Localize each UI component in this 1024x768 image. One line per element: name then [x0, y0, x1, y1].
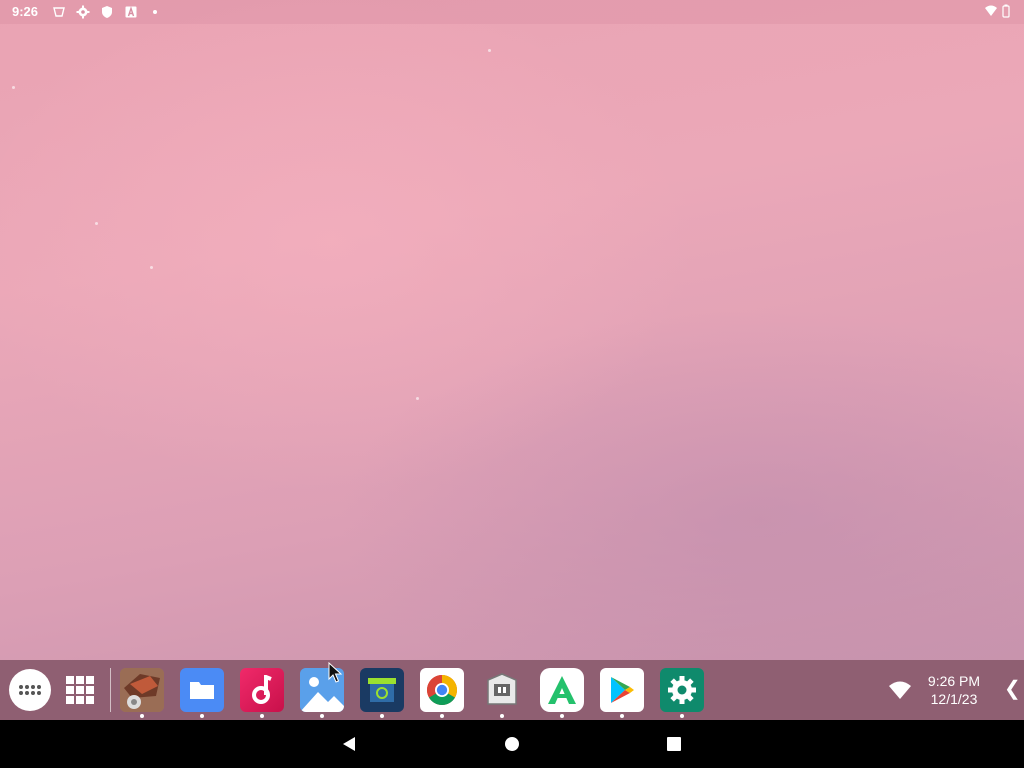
- wifi-icon: [984, 4, 998, 18]
- apkpure-icon: [548, 676, 576, 704]
- wifi-tray-button[interactable]: [888, 668, 912, 712]
- running-indicator: [620, 714, 624, 718]
- home-circle-icon: [505, 737, 519, 751]
- status-time: 9:26: [12, 4, 39, 19]
- taskbar: 9:26 PM 12/1/23 ❮: [0, 660, 1024, 720]
- cursor-arrow-icon: [328, 661, 343, 683]
- battery-icon: [1002, 4, 1010, 18]
- sparkle: [150, 266, 153, 269]
- taskbar-app-apkpure[interactable]: [540, 668, 584, 712]
- back-button[interactable]: [337, 732, 361, 756]
- keyboard-a-icon: [124, 5, 138, 19]
- running-indicator: [260, 714, 264, 718]
- sparkle: [416, 397, 419, 400]
- clock-date: 12/1/23: [930, 691, 978, 707]
- running-indicator: [680, 714, 684, 718]
- store-icon: [487, 673, 517, 705]
- taskbar-divider: [110, 668, 111, 712]
- home-button[interactable]: [500, 732, 524, 756]
- taskbar-app-store[interactable]: [480, 668, 524, 712]
- running-indicator: [440, 714, 444, 718]
- running-indicator: [500, 714, 504, 718]
- wifi-icon: [889, 681, 911, 699]
- music-note-icon: [252, 675, 272, 704]
- status-bar[interactable]: 9:26: [0, 0, 1024, 24]
- grid-icon: [66, 676, 94, 704]
- dot-icon: [148, 5, 162, 19]
- camera-icon: [368, 678, 396, 702]
- desktop-wallpaper: [0, 0, 1024, 660]
- taskbar-app-files[interactable]: [180, 668, 224, 712]
- chrome-icon: [426, 675, 458, 706]
- sparkle: [95, 222, 98, 225]
- running-indicator: [200, 714, 204, 718]
- gear-artwork-icon: [120, 668, 164, 712]
- taskbar-app-settings[interactable]: [660, 668, 704, 712]
- gear-icon: [668, 676, 696, 704]
- taskbar-clock[interactable]: 9:26 PM 12/1/23: [922, 672, 986, 708]
- recents-button[interactable]: [662, 732, 686, 756]
- taskbar-app-play-store[interactable]: [600, 668, 644, 712]
- all-apps-button[interactable]: [9, 669, 51, 711]
- mouse-cursor: [328, 661, 344, 684]
- running-indicator: [320, 714, 324, 718]
- apps-dots-icon: [19, 685, 41, 695]
- taskbar-app-artwork[interactable]: [120, 668, 164, 712]
- collapse-taskbar-button[interactable]: ❮: [1004, 678, 1021, 700]
- running-indicator: [140, 714, 144, 718]
- clock-time: 9:26 PM: [927, 673, 981, 689]
- navigation-bar: [0, 720, 1024, 768]
- recents-square-icon: [667, 737, 681, 751]
- sparkle: [12, 86, 15, 89]
- taskbar-app-camera[interactable]: [360, 668, 404, 712]
- sim-alert-icon: [52, 5, 66, 19]
- taskbar-app-chrome[interactable]: [420, 668, 464, 712]
- running-indicator: [380, 714, 384, 718]
- shield-icon: [100, 5, 114, 19]
- play-store-icon: [611, 677, 634, 703]
- taskbar-app-music[interactable]: [240, 668, 284, 712]
- running-indicator: [560, 714, 564, 718]
- grid-view-button[interactable]: [66, 676, 94, 704]
- sparkle: [488, 49, 491, 52]
- back-triangle-icon: [343, 737, 355, 751]
- settings-gear-icon: [76, 5, 90, 19]
- folder-icon: [190, 682, 214, 699]
